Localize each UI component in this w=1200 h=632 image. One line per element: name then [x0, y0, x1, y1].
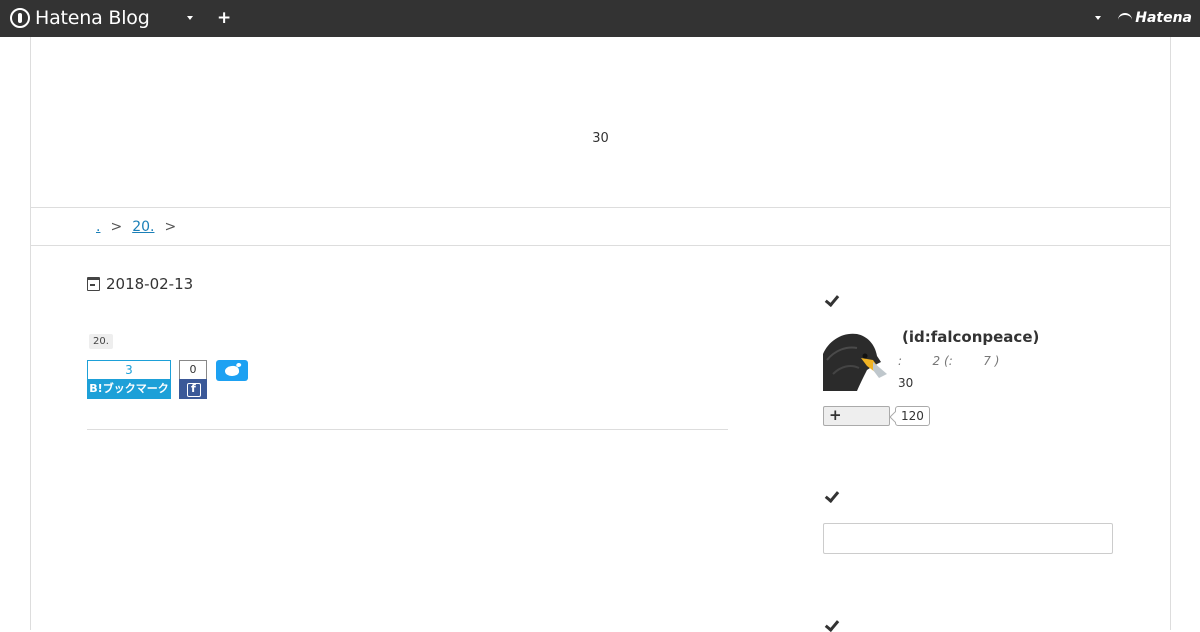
user-menu-chevron-down-icon[interactable] — [1095, 16, 1101, 20]
hatena-brand-link[interactable]: Hatena — [1118, 10, 1192, 26]
facebook-share-button[interactable]: 0 — [179, 360, 207, 400]
facebook-share-count: 0 — [179, 360, 207, 379]
profile-entry-count: 30 — [898, 376, 914, 390]
breadcrumb-separator: > — [110, 218, 123, 235]
profile-meta: : 2 (: 7 ) — [898, 354, 1000, 368]
entry-category-tag[interactable]: 20. — [89, 334, 113, 349]
hatena-blog-logo[interactable]: Hatena Blog — [10, 7, 150, 29]
facebook-icon — [179, 379, 207, 399]
twitter-share-button[interactable] — [216, 360, 248, 381]
entry-date[interactable]: 2018-02-13 — [87, 275, 193, 293]
profile-avatar[interactable] — [823, 330, 887, 391]
breadcrumb-item-category[interactable]: 20. — [132, 219, 154, 235]
breadcrumb-item-home[interactable]: . — [96, 219, 100, 235]
search-input[interactable] — [823, 523, 1113, 554]
search-section-check-icon — [824, 489, 840, 503]
calendar-icon — [87, 277, 100, 291]
blog-menu-chevron-down-icon[interactable] — [187, 16, 193, 20]
logo-text: Hatena Blog — [35, 7, 150, 29]
global-header: Hatena Blog + Hatena — [0, 0, 1200, 37]
entry-date-text: 2018-02-13 — [106, 275, 194, 293]
falcon-avatar-icon — [823, 330, 887, 391]
profile-id[interactable]: (id:falconpeace) — [902, 328, 1039, 346]
hatena-bookmark-count: 3 — [87, 360, 171, 379]
hatena-bookmark-label: B!ブックマーク — [87, 379, 171, 399]
hatena-brand-text: Hatena — [1135, 10, 1192, 26]
follower-count: 120 — [895, 406, 930, 426]
follow-button[interactable]: + — [823, 406, 890, 426]
profile-section-check-icon — [824, 293, 840, 307]
twitter-icon — [224, 364, 240, 377]
hatena-blog-logo-icon — [10, 8, 30, 28]
hatena-bookmark-button[interactable]: 3 B!ブックマーク — [87, 360, 171, 400]
breadcrumb: . > 20. > — [30, 207, 1171, 246]
hatena-bird-icon — [1118, 13, 1133, 23]
add-entry-button[interactable]: + — [217, 8, 231, 28]
blog-container: 30 . > 20. > 2018-02-13 20. 3 B!ブックマーク 0 — [30, 37, 1171, 630]
blog-title[interactable]: 30 — [31, 131, 1170, 146]
breadcrumb-separator: > — [164, 218, 177, 235]
entry-divider — [87, 429, 728, 430]
